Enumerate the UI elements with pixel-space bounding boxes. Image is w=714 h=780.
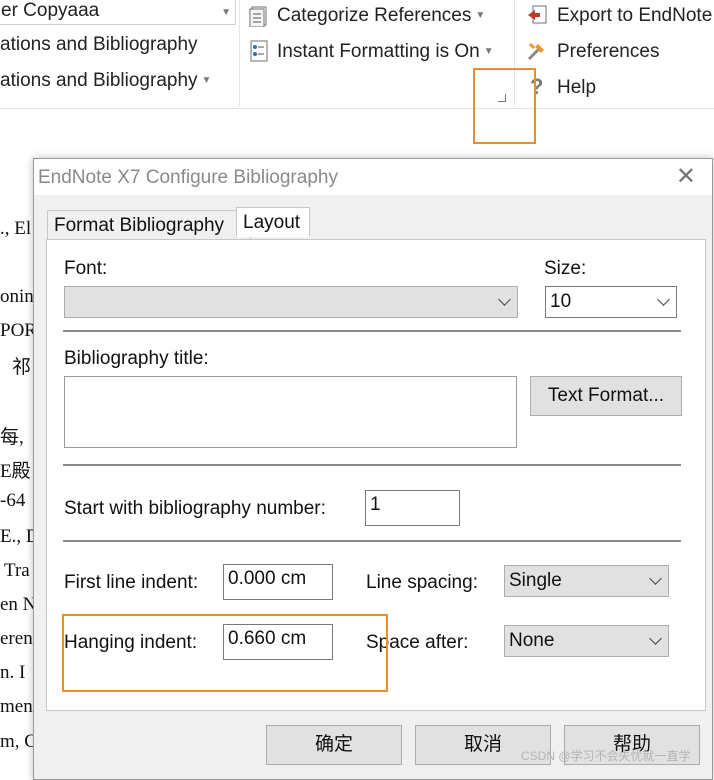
doc-text-fragment: E殿 (0, 461, 31, 482)
style-combo-value: er Copyaaa (1, 0, 100, 21)
space-after-select[interactable]: None (504, 625, 669, 657)
doc-text-fragment: Tra (4, 560, 30, 581)
tab-layout[interactable]: Layout (236, 207, 310, 237)
dialog-titlebar[interactable]: EndNote X7 Configure Bibliography ✕ (34, 159, 712, 195)
bibliography-button[interactable]: ations and Bibliography ▼ (0, 70, 211, 92)
bibliography-title-input[interactable] (64, 376, 517, 448)
font-select[interactable] (64, 286, 518, 318)
size-select[interactable]: 10 (545, 286, 677, 318)
ok-button-label: 确定 (314, 734, 353, 755)
ribbon-separator (239, 0, 240, 106)
preferences-icon (527, 42, 544, 61)
doc-text-fragment: 每, (0, 427, 24, 448)
first-line-indent-value: 0.000 cm (228, 568, 307, 589)
tab-format-bibliography[interactable]: Format Bibliography (47, 210, 251, 240)
line-spacing-label: Line spacing: (366, 572, 478, 593)
help-label: Help (557, 77, 597, 98)
doc-text-fragment: n. I (0, 662, 26, 683)
watermark: CSDN @学习不会失忧就一直学 (521, 749, 691, 763)
first-line-indent-label: First line indent: (64, 572, 199, 593)
doc-text-fragment: en N (0, 594, 37, 615)
start-number-value: 1 (370, 494, 381, 515)
doc-text-fragment: men (0, 696, 33, 717)
text-format-button-label: Text Format... (547, 385, 665, 406)
insert-citation-button[interactable]: ations and Bibliography (0, 34, 198, 56)
chevron-down-icon: ▼ (221, 7, 231, 18)
tab-format-bibliography-label: Format Bibliography (54, 215, 225, 236)
instant-formatting-label: Instant Formatting is On ▼ (277, 41, 494, 62)
start-number-label: Start with bibliography number: (64, 498, 326, 519)
doc-text-fragment: onin (0, 286, 34, 307)
chevron-down-icon: ▼ (475, 10, 486, 21)
cancel-button-label: 取消 (463, 734, 502, 755)
start-number-input[interactable]: 1 (365, 490, 460, 526)
section-divider (63, 330, 681, 332)
size-select-value: 10 (550, 291, 572, 312)
tab-layout-label: Layout (243, 212, 301, 233)
section-divider (63, 464, 681, 466)
doc-text-fragment: 祁 (12, 357, 32, 378)
bibliography-label: ations and Bibliography (0, 70, 198, 91)
space-after-value: None (509, 630, 555, 651)
categorize-icon (249, 6, 267, 27)
chevron-down-icon: ▼ (201, 75, 212, 86)
categorize-label: Categorize References ▼ (277, 5, 486, 26)
doc-text-fragment: m, C (0, 731, 37, 752)
line-spacing-select[interactable]: Single (504, 565, 669, 597)
font-label: Font: (64, 258, 108, 279)
ok-button[interactable]: 确定 (266, 725, 402, 765)
endnote-ribbon: er Copyaaa ▼ ations and Bibliography ati… (0, 0, 714, 109)
launcher-highlight-box (473, 68, 536, 144)
close-icon[interactable]: ✕ (676, 165, 696, 189)
chevron-down-icon (498, 293, 511, 306)
export-icon (528, 5, 547, 24)
bibliography-title-label: Bibliography title: (64, 348, 209, 369)
chevron-down-icon (649, 632, 662, 645)
export-label: Export to EndNote (557, 5, 713, 26)
preferences-label: Preferences (557, 41, 660, 62)
instant-formatting-icon (250, 40, 268, 62)
style-combo[interactable]: er Copyaaa ▼ (0, 0, 236, 25)
line-spacing-value: Single (509, 570, 562, 591)
size-label: Size: (544, 258, 587, 279)
dialog-title: EndNote X7 Configure Bibliography (38, 167, 338, 188)
section-divider (63, 540, 681, 542)
text-format-button[interactable]: Text Format... (530, 376, 682, 416)
hanging-indent-highlight-box (62, 614, 388, 692)
chevron-down-icon (649, 572, 662, 585)
doc-text-fragment: ., El (0, 218, 32, 239)
chevron-down-icon: ▼ (483, 46, 494, 57)
insert-citation-label: ations and Bibliography (0, 34, 198, 55)
first-line-indent-input[interactable]: 0.000 cm (223, 564, 333, 600)
chevron-down-icon (657, 293, 670, 306)
doc-text-fragment: -64 (0, 490, 26, 511)
